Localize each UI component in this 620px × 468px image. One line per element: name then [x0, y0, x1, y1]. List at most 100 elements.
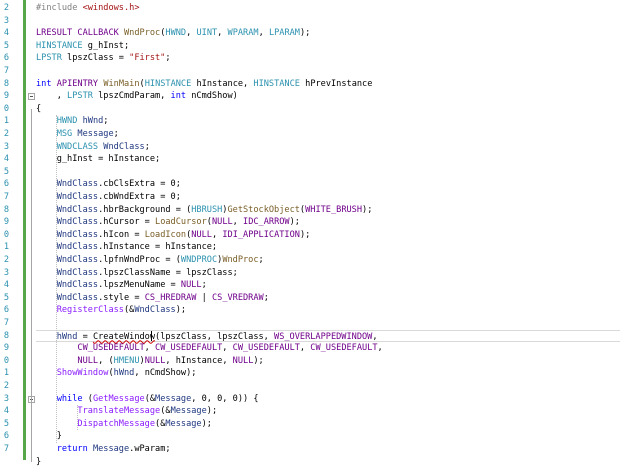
code-line[interactable]: { [36, 103, 620, 116]
code-line[interactable]: WndClass.cbClsExtra = 0; [36, 178, 620, 191]
code-token: Message [165, 418, 202, 429]
code-line[interactable] [36, 15, 620, 28]
line-number: 4 [3, 280, 9, 291]
line-number: 6 [3, 179, 9, 190]
code-token: DispatchMessage [77, 418, 156, 429]
outline-line [31, 108, 32, 462]
code-token: TranslateMessage [77, 406, 161, 417]
code-line[interactable] [36, 166, 620, 179]
line-number-column: 234567890123456789012345678901234567 [0, 0, 9, 460]
line-number: 2 [3, 381, 9, 391]
code-line[interactable]: WndClass.hCursor = LoadCursor(NULL, IDC_… [36, 216, 620, 229]
code-token: , 0, 0, 0)) { [191, 393, 259, 404]
code-token: .style = [98, 292, 145, 303]
collapse-icon[interactable] [28, 93, 35, 101]
code-token: CW_USEDEFAULT [310, 343, 378, 354]
code-line[interactable]: , LPSTR lpszCmdParam, int nCmdShow) [36, 90, 620, 103]
code-line[interactable]: CW_USEDEFAULT, CW_USEDEFAULT, CW_USEDEFA… [36, 342, 620, 355]
code-line[interactable] [36, 65, 620, 78]
code-token: ); [362, 204, 373, 215]
code-line[interactable]: WndClass.style = CS_HREDRAW | CS_VREDRAW… [36, 292, 620, 305]
code-line[interactable]: WndClass.lpfnWndProc = (WNDPROC)WndProc; [36, 254, 620, 267]
code-token: (lpszClass, lpszClass, [155, 331, 275, 342]
code-line[interactable]: } [36, 456, 620, 468]
code-token: ); [299, 28, 311, 39]
code-line[interactable]: WNDCLASS WndClass; [36, 141, 620, 154]
code-token: ); [206, 406, 218, 417]
line-number: 8 [3, 204, 9, 215]
code-line[interactable]: while (GetMessage(&Message, 0, 0, 0)) { [36, 393, 620, 406]
code-token: NULL [77, 355, 99, 366]
line-number: 5 [3, 418, 9, 429]
line-number: 5 [3, 166, 9, 177]
code-line[interactable]: HWND hWnd; [36, 115, 620, 128]
line-number: 4 [3, 154, 9, 165]
code-line[interactable]: LPSTR lpszClass = "First"; [36, 52, 620, 65]
code-token: g_hInst = hInstance; [36, 154, 161, 165]
line-number: 7 [3, 444, 9, 454]
line-number: 7 [3, 66, 9, 76]
text-caret [151, 330, 152, 342]
code-token: APIENTRY [56, 78, 99, 89]
code-line[interactable]: LRESULT CALLBACK WndProc(HWND, UINT, WPA… [36, 27, 620, 40]
outline-line [31, 411, 32, 437]
code-line[interactable]: WndClass.hInstance = hInstance; [36, 241, 620, 254]
code-line[interactable]: RegisterClass(&WndClass); [36, 304, 620, 317]
code-line[interactable]: ShowWindow(hWnd, nCmdShow); [36, 367, 620, 380]
code-line[interactable]: WndClass.lpszMenuName = NULL; [36, 279, 620, 292]
code-line[interactable]: hWnd = CreateWindow(lpszClass, lpszClass… [36, 329, 620, 343]
code-line[interactable]: DispatchMessage(&Message); [36, 418, 620, 431]
code-token: WndClass [56, 267, 99, 278]
code-line[interactable]: HINSTANCE g_hInst; [36, 40, 620, 53]
code-token: ); [289, 217, 300, 228]
code-token: ( [82, 393, 93, 404]
code-editor[interactable]: #include <windows.h> LRESULT CALLBACK Wnd… [36, 0, 620, 467]
code-token: , [217, 28, 228, 39]
code-line[interactable]: WndClass.hbrBackground = (HBRUSH)GetStoc… [36, 204, 620, 217]
line-number: 4 [3, 406, 9, 417]
code-line[interactable]: TranslateMessage(&Message); [36, 405, 620, 418]
code-token: .hIcon = [98, 229, 145, 240]
code-token: .wParam; [129, 444, 171, 454]
code-line[interactable] [36, 317, 620, 330]
code-line[interactable]: #include <windows.h> [36, 2, 620, 15]
code-line[interactable]: return Message.wParam; [36, 443, 620, 456]
code-line[interactable]: NULL, (HMENU)NULL, hInstance, NULL); [36, 355, 620, 368]
code-token: WinMain [103, 78, 140, 89]
code-token: .lpfnWndProc = ( [98, 255, 181, 265]
code-token: #include [36, 3, 83, 13]
code-line[interactable]: MSG Message; [36, 128, 620, 141]
code-line[interactable]: WndClass.hIcon = LoadIcon(NULL, IDI_APPL… [36, 229, 620, 242]
line-number: 6 [3, 431, 9, 442]
code-token: hWnd [56, 331, 78, 342]
code-token: hInstance, [191, 78, 254, 89]
code-line[interactable]: WndClass.lpszClassName = lpszClass; [36, 267, 620, 280]
code-token: UINT [196, 28, 218, 39]
code-token: WPARAM [227, 28, 259, 39]
code-token: NULL [191, 229, 212, 240]
code-token: LPSTR [67, 91, 93, 102]
code-line[interactable]: } [36, 430, 620, 443]
code-token: CW_USEDEFAULT [232, 343, 300, 354]
code-token: lpszClass = [61, 53, 130, 64]
code-line[interactable] [36, 380, 620, 393]
code-token: CALLBACK [77, 28, 119, 39]
code-token: Message [92, 444, 130, 454]
code-line[interactable]: g_hInst = hInstance; [36, 153, 620, 166]
code-line[interactable]: int APIENTRY WinMain(HINSTANCE hInstance… [36, 78, 620, 91]
code-token: LoadCursor [155, 217, 207, 228]
code-token: lpszCmdParam, [92, 91, 171, 102]
code-token: ; [201, 280, 207, 291]
code-token: IDI_APPLICATION [222, 229, 300, 240]
code-line[interactable]: WndClass.cbWndExtra = 0; [36, 191, 620, 204]
